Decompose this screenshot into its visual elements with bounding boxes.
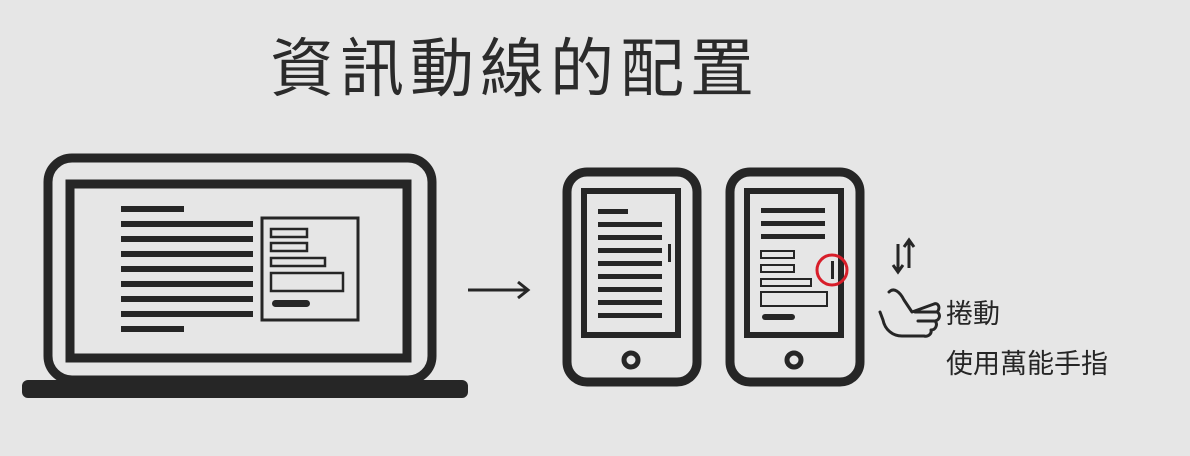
laptop-text-lines bbox=[121, 206, 253, 332]
scroll-caption: 捲動 bbox=[946, 299, 1000, 330]
finger-caption: 使用萬能手指 bbox=[946, 349, 1108, 380]
tablet-icon bbox=[725, 167, 865, 387]
scrollbar bbox=[668, 244, 671, 262]
tablet-icon bbox=[562, 167, 702, 387]
tablet-text-lines bbox=[761, 208, 825, 239]
pointing-hand-icon bbox=[878, 288, 941, 338]
tablet-form bbox=[760, 250, 828, 320]
scroll-arrows-icon bbox=[891, 237, 916, 275]
laptop-form-panel bbox=[260, 216, 360, 322]
laptop-icon bbox=[22, 153, 468, 398]
diagram-canvas bbox=[22, 153, 941, 398]
scrollbar bbox=[831, 261, 834, 279]
arrow-right-icon bbox=[468, 280, 531, 300]
tablet-text-lines bbox=[598, 209, 671, 318]
